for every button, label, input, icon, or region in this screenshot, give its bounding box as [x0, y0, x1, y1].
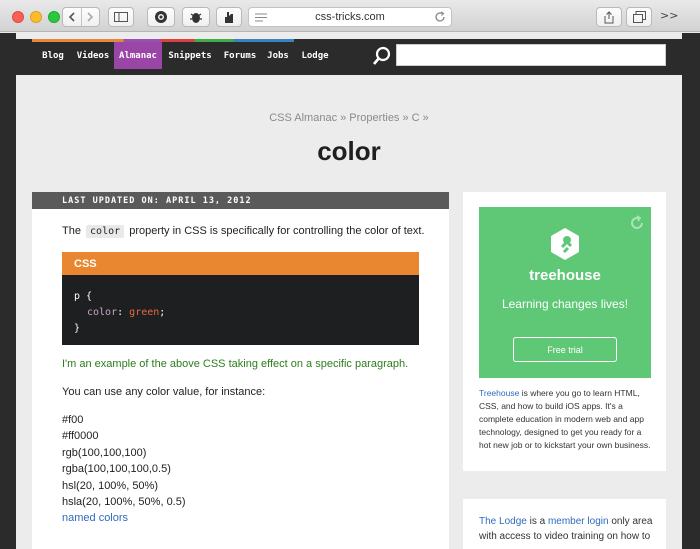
- example-paragraph: I'm an example of the above CSS taking e…: [62, 358, 409, 370]
- search-icon[interactable]: [372, 46, 392, 66]
- lodge-text-1: is a: [526, 516, 548, 527]
- nav-lodge[interactable]: Lodge: [296, 42, 334, 69]
- history-nav-group: [62, 7, 100, 27]
- close-window-button[interactable]: [12, 11, 24, 23]
- color-value-item: rgb(100,100,100): [62, 447, 147, 459]
- code-colon: :: [117, 307, 124, 318]
- code-value: green: [129, 307, 160, 318]
- nav-forums[interactable]: Forums: [220, 42, 260, 69]
- refresh-icon[interactable]: [629, 215, 645, 231]
- named-colors-link[interactable]: named colors: [62, 512, 128, 524]
- last-updated-bar: LAST UPDATED ON: APRIL 13, 2012: [32, 192, 449, 209]
- url-text: css-tricks.com: [315, 11, 385, 23]
- member-login-link[interactable]: member login: [548, 516, 609, 527]
- reload-icon[interactable]: [434, 11, 446, 23]
- browser-window: css-tricks.com >> Blog Videos Almanac Sn…: [0, 0, 700, 549]
- treehouse-tagline: Learning changes lives!: [501, 297, 629, 311]
- tabs-icon: [632, 11, 646, 23]
- treehouse-description: Treehouse is where you go to learn HTML,…: [479, 387, 654, 452]
- back-button[interactable]: [63, 8, 81, 26]
- color-value-item: rgba(100,100,100,0.5): [62, 463, 171, 475]
- sidebar-icon: [114, 12, 128, 22]
- breadcrumb[interactable]: CSS Almanac » Properties » C »: [16, 112, 682, 124]
- treehouse-ad-card: treehouse Learning changes lives! Free t…: [463, 192, 666, 471]
- address-bar[interactable]: css-tricks.com: [248, 7, 452, 27]
- eye-extension-icon: [155, 11, 167, 23]
- zoom-window-button[interactable]: [48, 11, 60, 23]
- reader-icon[interactable]: [255, 13, 267, 22]
- hand-extension-icon: [225, 12, 233, 23]
- intro-after: property in CSS is specifically for cont…: [129, 225, 425, 237]
- code-semicolon: ;: [159, 307, 166, 318]
- site-container: Blog Videos Almanac Snippets Forums Jobs…: [16, 33, 682, 549]
- extension-button-2[interactable]: [182, 7, 210, 27]
- article-card: LAST UPDATED ON: APRIL 13, 2012 The colo…: [32, 192, 449, 549]
- overflow-menu-button[interactable]: >>: [660, 9, 678, 22]
- nav-almanac[interactable]: Almanac: [114, 42, 162, 69]
- code-line-2: color: green;: [87, 307, 165, 318]
- share-button[interactable]: [596, 7, 622, 27]
- treehouse-brand: treehouse: [529, 267, 601, 284]
- search-input[interactable]: [396, 44, 666, 66]
- code-line-1: p {: [74, 291, 93, 302]
- treehouse-link[interactable]: Treehouse: [479, 388, 519, 398]
- color-value-item: #ff0000: [62, 430, 99, 442]
- treehouse-logo-icon: [551, 228, 579, 260]
- inline-code-color: color: [86, 225, 125, 238]
- chevron-left-icon: [68, 12, 75, 22]
- forward-button[interactable]: [80, 8, 99, 26]
- lodge-card: The Lodge is a member login only area wi…: [463, 499, 666, 549]
- minimize-window-button[interactable]: [30, 11, 42, 23]
- values-intro: You can use any color value, for instanc…: [62, 386, 266, 398]
- web-page: Blog Videos Almanac Snippets Forums Jobs…: [0, 33, 700, 549]
- color-value-item: #f00: [62, 414, 84, 426]
- bug-extension-icon: [190, 13, 202, 23]
- nav-snippets[interactable]: Snippets: [166, 42, 214, 69]
- sidebar-toggle-button[interactable]: [108, 7, 134, 27]
- show-tabs-button[interactable]: [626, 7, 652, 27]
- intro-paragraph: The color property in CSS is specificall…: [62, 225, 425, 238]
- nav-videos[interactable]: Videos: [73, 42, 113, 69]
- share-icon: [604, 10, 614, 23]
- color-value-item: hsla(20, 100%, 50%, 0.5): [62, 496, 186, 508]
- browser-toolbar: css-tricks.com >>: [0, 0, 700, 32]
- code-line-3: }: [74, 323, 81, 334]
- extension-button-3[interactable]: [216, 7, 242, 27]
- code-language-label: CSS: [62, 252, 419, 275]
- free-trial-button[interactable]: Free trial: [513, 337, 617, 362]
- nav-jobs[interactable]: Jobs: [263, 42, 293, 69]
- color-value-item: hsl(20, 100%, 50%): [62, 480, 158, 492]
- code-block: CSS p { color: green; }: [62, 252, 419, 345]
- code-property: color: [87, 307, 118, 318]
- chevron-right-icon: [87, 12, 94, 22]
- intro-before: The: [62, 225, 81, 237]
- nav-blog[interactable]: Blog: [35, 42, 71, 69]
- the-lodge-link[interactable]: The Lodge: [479, 516, 527, 527]
- treehouse-banner[interactable]: treehouse Learning changes lives! Free t…: [479, 207, 651, 378]
- extension-button-1[interactable]: [147, 7, 175, 27]
- lodge-description: The Lodge is a member login only area wi…: [479, 514, 654, 544]
- page-title: color: [317, 136, 381, 166]
